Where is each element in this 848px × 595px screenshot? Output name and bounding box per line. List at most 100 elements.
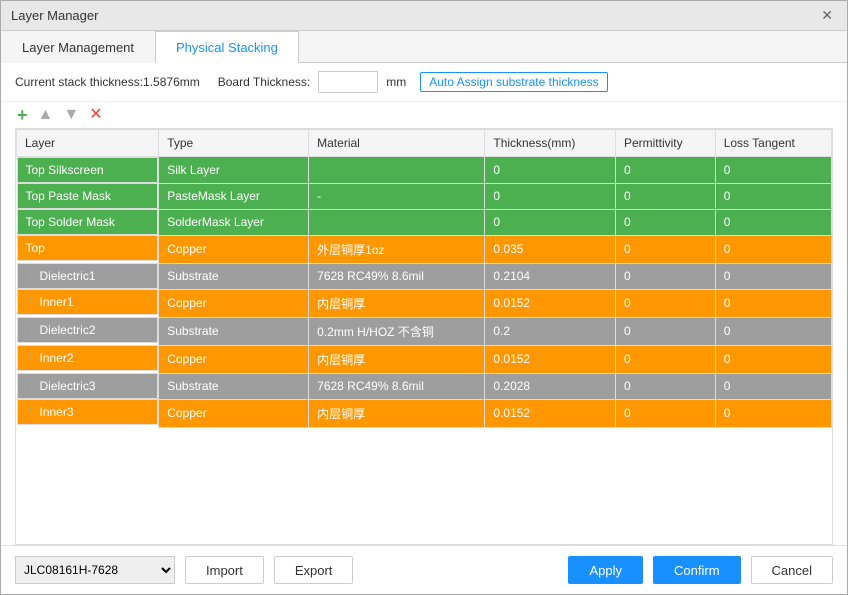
drag-handle-icon[interactable]: ⋮ (26, 325, 36, 336)
cell-type: Copper (159, 289, 309, 317)
table-row[interactable]: Top Solder MaskSolderMask Layer000 (17, 209, 832, 235)
cell-layer-name: ⋮Inner1 (17, 289, 159, 315)
cell-loss_tangent: 0 (715, 263, 831, 289)
auto-assign-button[interactable]: Auto Assign substrate thickness (420, 72, 607, 92)
cell-type: Copper (159, 399, 309, 427)
add-layer-button[interactable]: + (15, 106, 30, 124)
table-row[interactable]: Top SilkscreenSilk Layer000 (17, 157, 832, 184)
footer: JLC08161H-7628 Import Export Apply Confi… (1, 545, 847, 594)
cell-layer-name: Top Silkscreen (17, 157, 159, 183)
dialog-title: Layer Manager (11, 8, 98, 23)
cell-type: Substrate (159, 263, 309, 289)
cell-permittivity: 0 (615, 399, 715, 427)
cell-permittivity: 0 (615, 289, 715, 317)
cell-type: SolderMask Layer (159, 209, 309, 235)
cell-material (309, 209, 485, 235)
table-row[interactable]: ⋮Inner3Copper内层铜厚0.015200 (17, 399, 832, 427)
cell-thickness: 0.0152 (485, 289, 616, 317)
cell-thickness: 0.0152 (485, 399, 616, 427)
cell-layer-name: Top (17, 235, 159, 261)
table-row[interactable]: ⋮Dielectric1Substrate7628 RC49% 8.6mil0.… (17, 263, 832, 289)
cell-permittivity: 0 (615, 373, 715, 399)
cancel-button[interactable]: Cancel (751, 556, 833, 584)
cell-loss_tangent: 0 (715, 373, 831, 399)
cell-permittivity: 0 (615, 263, 715, 289)
cell-loss_tangent: 0 (715, 157, 831, 184)
cell-loss_tangent: 0 (715, 399, 831, 427)
cell-type: Copper (159, 235, 309, 263)
cell-thickness: 0 (485, 157, 616, 184)
cell-thickness: 0.2 (485, 317, 616, 345)
cell-thickness: 0.2104 (485, 263, 616, 289)
tabs-bar: Layer Management Physical Stacking (1, 31, 847, 63)
table-row[interactable]: ⋮Inner2Copper内层铜厚0.015200 (17, 345, 832, 373)
cell-material: 内层铜厚 (309, 399, 485, 427)
cell-material: 0.2mm H/HOZ 不含铜 (309, 317, 485, 345)
col-header-loss-tangent: Loss Tangent (715, 130, 831, 157)
mm-label: mm (386, 75, 406, 89)
delete-layer-button[interactable]: ✕ (87, 107, 104, 123)
cell-thickness: 0.2028 (485, 373, 616, 399)
cell-material: 外层铜厚1oz (309, 235, 485, 263)
table-row[interactable]: ⋮Dielectric2Substrate0.2mm H/HOZ 不含铜0.20… (17, 317, 832, 345)
cell-type: Copper (159, 345, 309, 373)
move-down-button[interactable]: ▼ (61, 107, 81, 123)
board-thickness-input[interactable] (318, 71, 378, 93)
cell-thickness: 0 (485, 209, 616, 235)
icon-toolbar: + ▲ ▼ ✕ (1, 102, 847, 128)
cell-type: PasteMask Layer (159, 183, 309, 209)
apply-button[interactable]: Apply (568, 556, 643, 584)
cell-permittivity: 0 (615, 183, 715, 209)
tab-physical-stacking[interactable]: Physical Stacking (155, 31, 299, 63)
cell-loss_tangent: 0 (715, 317, 831, 345)
preset-select[interactable]: JLC08161H-7628 (15, 556, 175, 584)
cell-permittivity: 0 (615, 209, 715, 235)
cell-permittivity: 0 (615, 317, 715, 345)
tab-layer-management[interactable]: Layer Management (1, 31, 155, 63)
cell-loss_tangent: 0 (715, 183, 831, 209)
cell-material: 7628 RC49% 8.6mil (309, 263, 485, 289)
cell-loss_tangent: 0 (715, 209, 831, 235)
cell-layer-name: Top Solder Mask (17, 209, 159, 235)
cell-layer-name: ⋮Inner3 (17, 399, 159, 425)
cell-material: 内层铜厚 (309, 289, 485, 317)
drag-handle-icon[interactable]: ⋮ (26, 353, 36, 364)
thickness-row: Current stack thickness:1.5876mm Board T… (1, 63, 847, 102)
cell-thickness: 0 (485, 183, 616, 209)
layer-table-container: Layer Type Material Thickness(mm) Permit… (15, 128, 833, 545)
table-row[interactable]: TopCopper外层铜厚1oz0.03500 (17, 235, 832, 263)
cell-thickness: 0.0152 (485, 345, 616, 373)
close-button[interactable]: ✕ (817, 7, 837, 24)
export-button[interactable]: Export (274, 556, 354, 584)
board-thickness-label: Board Thickness: (218, 75, 311, 89)
drag-handle-icon[interactable]: ⋮ (26, 381, 36, 392)
import-button[interactable]: Import (185, 556, 264, 584)
col-header-thickness: Thickness(mm) (485, 130, 616, 157)
stack-thickness-info: Current stack thickness:1.5876mm (15, 75, 200, 89)
drag-handle-icon[interactable]: ⋮ (26, 407, 36, 418)
col-header-material: Material (309, 130, 485, 157)
cell-material (309, 157, 485, 184)
cell-material: 7628 RC49% 8.6mil (309, 373, 485, 399)
cell-type: Substrate (159, 373, 309, 399)
cell-type: Substrate (159, 317, 309, 345)
cell-type: Silk Layer (159, 157, 309, 184)
move-up-button[interactable]: ▲ (36, 107, 56, 123)
drag-handle-icon[interactable]: ⋮ (26, 297, 36, 308)
title-bar: Layer Manager ✕ (1, 1, 847, 31)
col-header-type: Type (159, 130, 309, 157)
confirm-button[interactable]: Confirm (653, 556, 741, 584)
cell-layer-name: Top Paste Mask (17, 183, 159, 209)
table-row[interactable]: ⋮Dielectric3Substrate7628 RC49% 8.6mil0.… (17, 373, 832, 399)
col-header-permittivity: Permittivity (615, 130, 715, 157)
cell-permittivity: 0 (615, 235, 715, 263)
drag-handle-icon[interactable]: ⋮ (26, 271, 36, 282)
table-row[interactable]: Top Paste MaskPasteMask Layer-000 (17, 183, 832, 209)
cell-permittivity: 0 (615, 345, 715, 373)
cell-permittivity: 0 (615, 157, 715, 184)
cell-layer-name: ⋮Dielectric2 (17, 317, 159, 343)
col-header-layer: Layer (17, 130, 159, 157)
cell-layer-name: ⋮Dielectric1 (17, 263, 159, 289)
cell-layer-name: ⋮Dielectric3 (17, 373, 159, 399)
table-row[interactable]: ⋮Inner1Copper内层铜厚0.015200 (17, 289, 832, 317)
